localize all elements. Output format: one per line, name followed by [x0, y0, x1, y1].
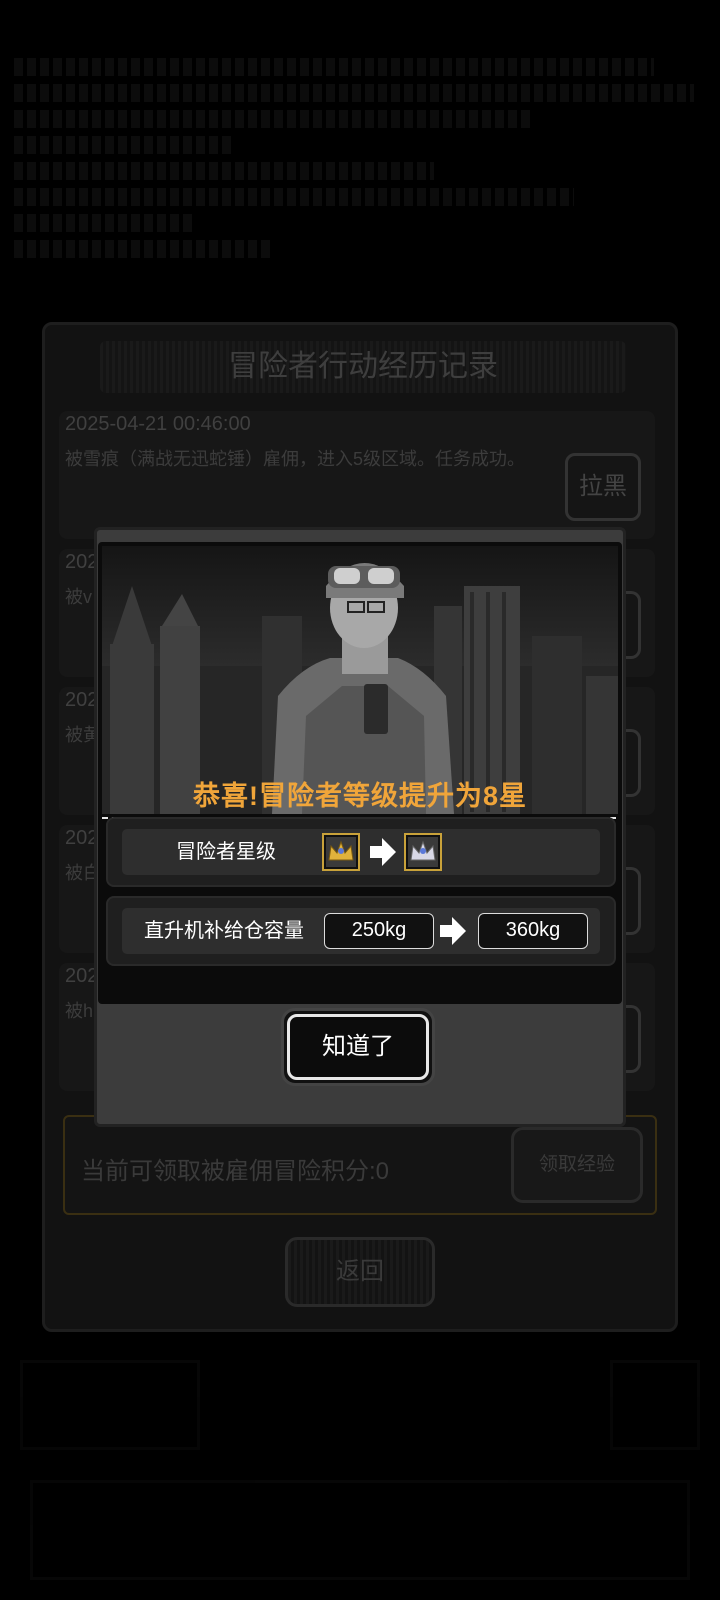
block-button[interactable]: 拉黑	[565, 453, 641, 521]
record-text: 被雪痕（满战无迅蛇锤）雇佣，进入5级区域。任务成功。	[65, 449, 526, 469]
star-level-label: 冒险者星级	[176, 841, 276, 863]
star-level-inner: 冒险者星级	[122, 829, 600, 875]
arrow-right-icon	[370, 838, 396, 866]
crown-gold-icon	[322, 833, 360, 871]
record-item: 2025-04-21 00:46:00 被雪痕（满战无迅蛇锤）雇佣，进入5级区域…	[59, 411, 655, 539]
record-text: 被v	[65, 587, 92, 607]
claim-exp-button[interactable]: 领取经验	[511, 1127, 643, 1203]
background-log-text	[0, 50, 720, 310]
crown-silver-icon	[404, 833, 442, 871]
star-level-row: 冒险者星级	[106, 817, 616, 887]
level-up-dialog: 恭喜!冒险者等级提升为8星 冒险者星级 直升机补给仓容量 250kg 360kg…	[94, 527, 626, 1127]
arrow-right-icon	[440, 917, 466, 945]
record-text: 被h	[65, 1001, 94, 1021]
capacity-to-value: 360kg	[478, 913, 588, 949]
capacity-inner: 直升机补给仓容量 250kg 360kg	[122, 908, 600, 954]
acknowledge-button[interactable]: 知道了	[281, 1008, 435, 1086]
capacity-from-value: 250kg	[324, 913, 434, 949]
dialog-content: 恭喜!冒险者等级提升为8星 冒险者星级 直升机补给仓容量 250kg 360kg	[98, 542, 622, 1004]
panel-title: 冒险者行动经历记录	[100, 341, 626, 393]
acknowledge-button-label[interactable]: 知道了	[287, 1014, 429, 1080]
points-text: 当前可领取被雇佣冒险积分:0	[81, 1158, 390, 1185]
capacity-label: 直升机补给仓容量	[144, 920, 304, 942]
capacity-row: 直升机补给仓容量 250kg 360kg	[106, 896, 616, 966]
background-bottom-decor	[0, 1340, 720, 1600]
points-bar: 当前可领取被雇佣冒险积分:0 领取经验	[63, 1115, 657, 1215]
return-button[interactable]: 返回	[285, 1237, 435, 1307]
record-date: 2025-04-21 00:46:00	[65, 413, 251, 435]
congrats-text: 恭喜!冒险者等级提升为8星	[192, 781, 527, 811]
